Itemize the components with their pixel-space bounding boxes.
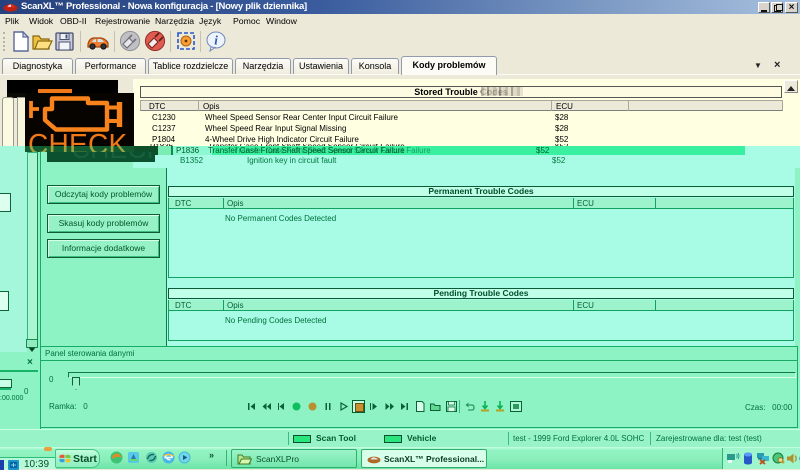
svg-text:i: i bbox=[214, 33, 218, 48]
